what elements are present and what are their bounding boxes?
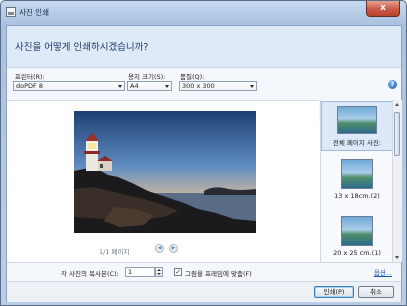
close-button[interactable]: x xyxy=(366,1,400,17)
window-title: 사진 인쇄 xyxy=(19,8,49,17)
print-pictures-window: 사진 인쇄 x 사진을 어떻게 인쇄하시겠습니까? 프린터(R): doPDF … xyxy=(0,0,407,306)
options-link[interactable]: 옵션... xyxy=(374,267,392,277)
chevron-down-icon xyxy=(118,85,122,88)
help-icon[interactable]: ? xyxy=(388,80,397,89)
paper-size-value: A4 xyxy=(130,82,139,90)
preview-pane: ◀ 1/1 페이지 ▶ xyxy=(7,100,319,263)
layout-thumbnail xyxy=(341,159,373,189)
printer-label: 프린터(R): xyxy=(15,73,45,81)
layout-thumbnail xyxy=(341,216,373,246)
layout-label: 20 x 25 cm.(1) xyxy=(333,249,381,257)
dialog-content: 사진을 어떻게 인쇄하시겠습니까? 프린터(R): doPDF 8 용지 크기(… xyxy=(6,25,402,302)
quality-value: 300 x 300 xyxy=(182,82,215,90)
copies-value: 1 xyxy=(128,268,133,276)
layout-thumbnail xyxy=(337,106,377,134)
photo-preview xyxy=(74,111,256,233)
paper-size-label: 용지 크기(S): xyxy=(128,73,166,81)
fit-to-frame-label: 그림을 프레임에 맞춤(F) xyxy=(185,270,252,278)
layout-label: 전체 페이지 사진: xyxy=(332,139,382,147)
copies-input[interactable]: 1 xyxy=(125,267,155,277)
chevron-down-icon xyxy=(250,85,254,88)
chevron-down-icon xyxy=(165,85,169,88)
quality-select[interactable]: 300 x 300 xyxy=(179,81,257,91)
title-bar[interactable]: 사진 인쇄 x xyxy=(1,1,406,25)
layout-label: 13 x 18cm.(2) xyxy=(334,192,380,200)
scroll-down-icon[interactable] xyxy=(395,256,399,259)
layout-item-20x25[interactable]: 20 x 25 cm.(1) xyxy=(321,212,393,260)
scroll-up-icon[interactable] xyxy=(395,103,399,106)
copies-stepper[interactable] xyxy=(155,267,163,277)
lighthouse-photo xyxy=(74,111,256,233)
layout-list: 전체 페이지 사진: 13 x 18cm.(2) 20 x 25 cm.(1) xyxy=(320,100,402,262)
paper-size-select[interactable]: A4 xyxy=(127,81,172,91)
printer-value: doPDF 8 xyxy=(16,82,43,90)
print-options-bar: 각 사진의 복사본(C): 1 ✓ 그림을 프레임에 맞춤(F) 옵션... xyxy=(7,262,401,281)
quality-label: 품질(Q): xyxy=(180,73,205,81)
copies-label: 각 사진의 복사본(C): xyxy=(61,270,119,278)
scroll-thumb[interactable] xyxy=(394,112,400,156)
printer-select[interactable]: doPDF 8 xyxy=(13,81,125,91)
cancel-button[interactable]: 취소 xyxy=(358,286,394,298)
layout-item-full-page[interactable]: 전체 페이지 사진: xyxy=(321,101,393,151)
dialog-footer: 인쇄(P) 취소 xyxy=(7,281,401,302)
page-title: 사진을 어떻게 인쇄하시겠습니까? xyxy=(15,42,149,53)
next-page-button[interactable]: ▶ xyxy=(169,244,178,253)
dialog-header: 사진을 어떻게 인쇄하시겠습니까? xyxy=(7,26,401,68)
printer-icon xyxy=(6,7,16,17)
layout-item-13x18[interactable]: 13 x 18cm.(2) xyxy=(321,155,393,203)
print-button[interactable]: 인쇄(P) xyxy=(314,286,354,298)
page-indicator: 1/1 페이지 xyxy=(99,248,130,256)
previous-page-button[interactable]: ◀ xyxy=(155,244,164,253)
fit-to-frame-checkbox[interactable]: ✓ xyxy=(174,268,182,276)
layout-scrollbar[interactable] xyxy=(392,100,402,262)
